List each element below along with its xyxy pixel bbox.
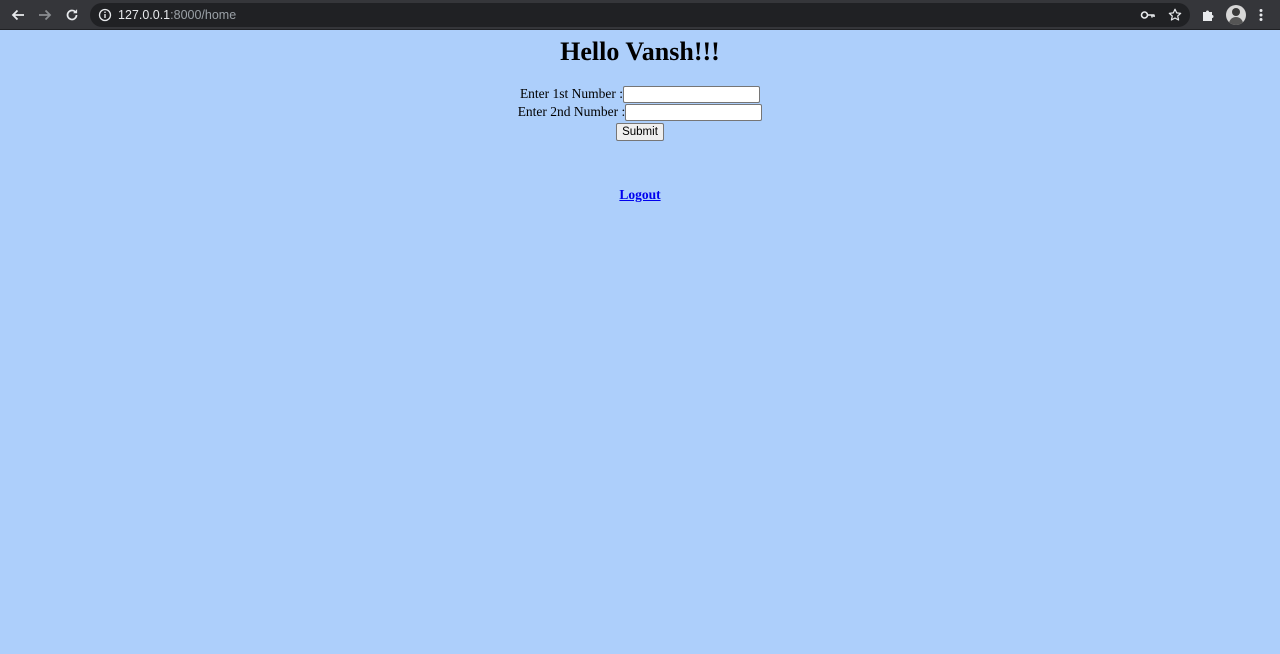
submit-row: Submit bbox=[0, 123, 1280, 141]
first-number-label: Enter 1st Number : bbox=[519, 86, 624, 101]
first-number-row: Enter 1st Number : bbox=[0, 86, 1280, 104]
first-number-input[interactable] bbox=[623, 86, 761, 104]
logout-container: Logout bbox=[0, 187, 1280, 203]
menu-button[interactable] bbox=[1249, 3, 1273, 27]
submit-button[interactable]: Submit bbox=[616, 123, 664, 141]
address-bar[interactable]: 127.0.0.1:8000/home bbox=[90, 3, 1190, 27]
extensions-button[interactable] bbox=[1196, 3, 1220, 27]
avatar-torso bbox=[1229, 17, 1243, 25]
extensions-puzzle-icon bbox=[1203, 10, 1214, 21]
logout-link[interactable]: Logout bbox=[619, 187, 660, 202]
reload-icon bbox=[66, 9, 78, 21]
forward-arrow-icon bbox=[39, 9, 52, 21]
star-icon bbox=[1168, 8, 1182, 21]
second-number-input[interactable] bbox=[625, 104, 763, 122]
second-number-label: Enter 2nd Number : bbox=[517, 104, 626, 119]
info-icon[interactable] bbox=[98, 8, 112, 22]
more-vert-icon bbox=[1259, 9, 1263, 21]
forward-button[interactable] bbox=[33, 3, 57, 27]
back-button[interactable] bbox=[6, 3, 30, 27]
password-key-button[interactable] bbox=[1136, 3, 1160, 27]
greeting-heading: Hello Vansh!!! bbox=[560, 37, 720, 66]
url-text[interactable]: 127.0.0.1:8000/home bbox=[118, 3, 236, 27]
key-icon bbox=[1140, 11, 1155, 19]
back-arrow-icon bbox=[11, 9, 24, 21]
second-number-row: Enter 2nd Number : bbox=[0, 104, 1280, 122]
url-host: 127.0.0.1 bbox=[118, 8, 171, 22]
bookmark-button[interactable] bbox=[1163, 3, 1187, 27]
browser-toolbar: 127.0.0.1:8000/home bbox=[0, 0, 1280, 30]
page-content: Hello Vansh!!! Enter 1st Number : Enter … bbox=[0, 31, 1280, 654]
avatar-head bbox=[1232, 8, 1240, 16]
profile-avatar[interactable] bbox=[1226, 5, 1246, 25]
url-path: :8000/home bbox=[170, 8, 237, 22]
reload-button[interactable] bbox=[60, 3, 84, 27]
